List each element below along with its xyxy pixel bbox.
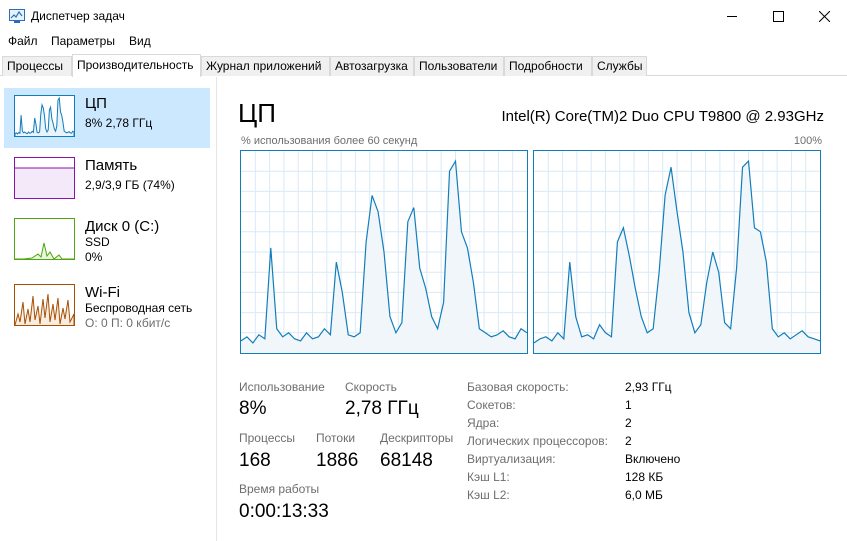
processes-value: 168 — [239, 450, 271, 471]
maximize-button[interactable] — [755, 0, 801, 32]
speed-label: Скорость — [345, 380, 397, 394]
sidebar-item-detail-2: О: 0 П: 0 кбит/с — [85, 316, 171, 330]
sidebar-item-cpu[interactable]: ЦП 8% 2,78 ГГц — [4, 88, 210, 148]
sidebar-item-label: Память — [85, 157, 138, 174]
info-value-logical-processors: 2 — [625, 434, 632, 448]
speed-value: 2,78 ГГц — [345, 398, 419, 419]
minimize-button[interactable] — [709, 0, 755, 32]
title-bar: Диспетчер задач — [0, 0, 847, 32]
sidebar-item-detail: Беспроводная сеть — [85, 301, 193, 315]
info-label-cores: Ядра: — [467, 416, 500, 430]
uptime-label: Время работы — [239, 482, 320, 496]
close-icon — [818, 10, 830, 22]
graph-caption: % использования более 60 секунд — [241, 135, 418, 147]
tab-startup[interactable]: Автозагрузка — [330, 56, 414, 76]
sidebar-item-memory[interactable]: Память 2,9/3,9 ГБ (74%) — [4, 150, 210, 210]
tab-processes[interactable]: Процессы — [2, 56, 72, 76]
disk-thumbnail-graph — [14, 218, 75, 260]
graph-max-label: 100% — [793, 135, 822, 147]
minimize-icon — [726, 15, 737, 17]
sidebar-item-label: ЦП — [85, 95, 107, 112]
sidebar-item-detail: 8% 2,78 ГГц — [85, 116, 153, 130]
usage-label: Использование — [239, 380, 325, 394]
window-title: Диспетчер задач — [31, 9, 125, 23]
usage-value: 8% — [239, 398, 267, 419]
sidebar-item-label: Диск 0 (C:) — [85, 218, 160, 235]
info-value-cores: 2 — [625, 416, 632, 430]
info-value-base-speed: 2,93 ГГц — [625, 380, 672, 394]
close-button[interactable] — [801, 0, 847, 32]
handles-value: 68148 — [380, 450, 433, 471]
memory-thumbnail-graph — [14, 157, 75, 199]
info-label-virtualization: Виртуализация: — [467, 452, 556, 466]
tab-performance[interactable]: Производительность — [72, 54, 201, 77]
sidebar-item-wifi[interactable]: Wi-Fi Беспроводная сеть О: 0 П: 0 кбит/с — [4, 277, 210, 337]
handles-label: Дескрипторы — [380, 431, 454, 445]
sidebar-item-detail: 2,9/3,9 ГБ (74%) — [85, 178, 175, 192]
processes-label: Процессы — [239, 431, 296, 445]
resource-sidebar: ЦП 8% 2,78 ГГц Память 2,9/3,9 ГБ (74%) Д… — [0, 77, 217, 541]
threads-label: Потоки — [316, 431, 356, 445]
sidebar-item-detail: SSD — [85, 235, 110, 249]
sidebar-item-label: Wi-Fi — [85, 284, 120, 301]
info-value-l2-cache: 6,0 МБ — [625, 488, 663, 502]
info-label-base-speed: Базовая скорость: — [467, 380, 569, 394]
sidebar-item-disk[interactable]: Диск 0 (C:) SSD 0% — [4, 211, 210, 271]
menu-file[interactable]: Файл — [8, 34, 38, 48]
info-label-l1-cache: Кэш L1: — [467, 470, 510, 484]
info-label-l2-cache: Кэш L2: — [467, 488, 510, 502]
info-value-sockets: 1 — [625, 398, 632, 412]
task-manager-icon — [9, 9, 25, 23]
cpu-core-0-graph — [240, 150, 528, 354]
cpu-thumbnail-graph — [14, 95, 75, 137]
tab-services[interactable]: Службы — [592, 56, 647, 76]
tab-strip: Процессы Производительность Журнал прило… — [0, 54, 847, 77]
tab-app-history[interactable]: Журнал приложений — [201, 56, 330, 76]
menu-bar: Файл Параметры Вид — [0, 32, 847, 52]
cpu-core-1-graph — [533, 150, 821, 354]
page-title: ЦП — [238, 98, 276, 128]
cpu-model-name: Intel(R) Core(TM)2 Duo CPU T9800 @ 2.93G… — [501, 108, 824, 125]
info-value-l1-cache: 128 КБ — [625, 470, 664, 484]
info-value-virtualization: Включено — [625, 452, 681, 466]
tab-details[interactable]: Подробности — [504, 56, 592, 76]
menu-options[interactable]: Параметры — [51, 34, 115, 48]
info-label-logical-processors: Логических процессоров: — [467, 434, 608, 448]
sidebar-item-detail-2: 0% — [85, 250, 103, 264]
wifi-thumbnail-graph — [14, 284, 75, 326]
menu-view[interactable]: Вид — [129, 34, 151, 48]
maximize-icon — [772, 10, 784, 22]
uptime-value: 0:00:13:33 — [239, 501, 329, 522]
threads-value: 1886 — [316, 450, 359, 471]
info-label-sockets: Сокетов: — [467, 398, 516, 412]
tab-users[interactable]: Пользователи — [414, 56, 504, 76]
